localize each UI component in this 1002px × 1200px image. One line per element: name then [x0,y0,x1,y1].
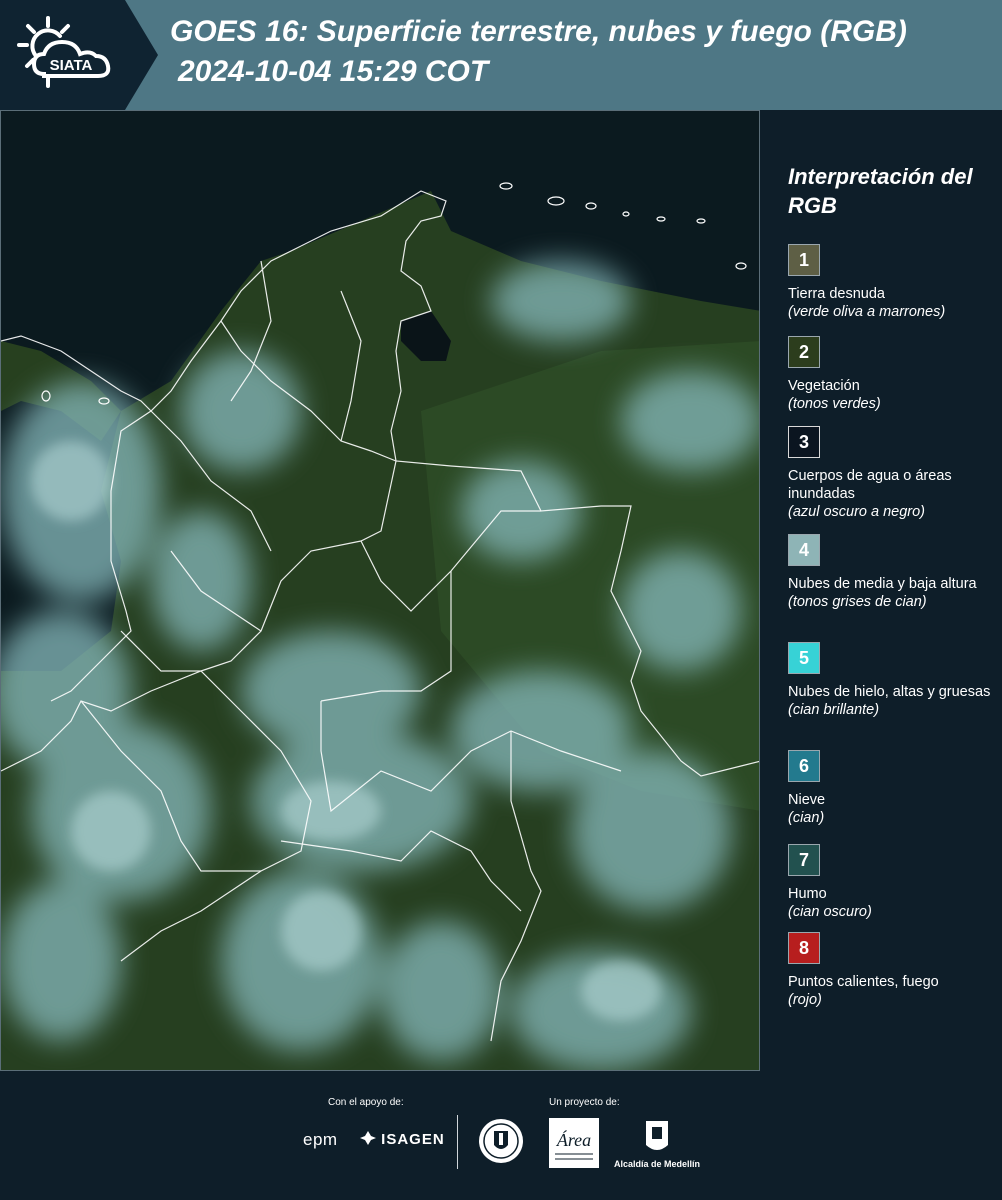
footer: Con el apoyo de: Un proyecto de: epm ISA… [0,1071,1002,1200]
legend-item: 5 Nubes de hielo, altas y gruesas (cian br… [788,642,998,719]
support-label: Con el apoyo de: [328,1097,404,1108]
legend-item: 2 Vegetación (tonos verdes) [788,336,998,413]
legend-description: (tonos verdes) [788,396,881,412]
legend-item: 8 Puntos calientes, fuego (rojo) [788,932,998,1009]
legend-label: Humo [788,886,827,902]
legend-swatch: 2 [788,336,820,368]
project-label: Un proyecto de: [549,1097,620,1108]
legend-item: 3 Cuerpos de agua o áreas inundadas (azul … [788,426,998,521]
timestamp: 2024-10-04 15:29 COT [178,55,489,88]
isagen-icon [360,1131,376,1145]
page-title: GOES 16: Superficie terrestre, nubes y f… [170,15,907,48]
legend-label: Tierra desnuda [788,286,885,302]
legend-swatch: 3 [788,426,820,458]
header: SIATA GOES 16: Superficie terrestre, nub… [0,0,1002,110]
legend-title: Interpretación del RGB [788,164,973,218]
legend-swatch: 6 [788,750,820,782]
satellite-map[interactable] [0,110,760,1071]
legend-description: (verde oliva a marrones) [788,304,946,320]
legend-label: Nubes de hielo, altas y gruesas [788,684,991,700]
legend-label: Nubes de media y baja altura [788,576,977,592]
legend-description: (tonos grises de cian) [788,594,927,610]
isagen-text: ISAGEN [381,1131,445,1148]
legend-description: (cian) [788,810,825,826]
legend-description: (azul oscuro a negro) [788,504,926,520]
footer-divider [457,1115,458,1169]
legend-item: 7 Humo (cian oscuro) [788,844,998,921]
legend-swatch: 5 [788,642,820,674]
alcaldia-label: Alcaldía de Medellín [613,1159,701,1169]
legend-label: Cuerpos de agua o áreas inundadas [788,468,952,502]
antioquia-seal-icon [479,1119,523,1163]
legend-swatch: 7 [788,844,820,876]
svg-text:SIATA: SIATA [50,57,93,74]
legend-description: (cian brillante) [788,702,880,718]
siata-logo: SIATA [17,16,111,88]
svg-text:Área: Área [556,1129,591,1150]
satellite-image [1,111,759,1070]
legend-swatch: 8 [788,932,820,964]
legend-label: Vegetación [788,378,860,394]
legend-item: 6 Nieve (cian) [788,750,998,827]
legend-label: Puntos calientes, fuego [788,974,939,990]
epm-logo: epm [303,1130,338,1149]
legend-label: Nieve [788,792,826,808]
legend-panel: Interpretación del RGB 1 Tierra desnuda (v… [776,110,1002,1071]
legend-item: 4 Nubes de media y baja altura (tonos gris… [788,534,998,611]
legend-item: 1 Tierra desnuda (verde oliva a marrones) [788,244,998,321]
legend-swatch: 1 [788,244,820,276]
legend-swatch: 4 [788,534,820,566]
area-metropolitana-logo: Área [549,1118,599,1168]
legend-description: (cian oscuro) [788,904,872,920]
legend-description: (rojo) [788,992,822,1008]
isagen-logo: ISAGEN [360,1131,445,1148]
